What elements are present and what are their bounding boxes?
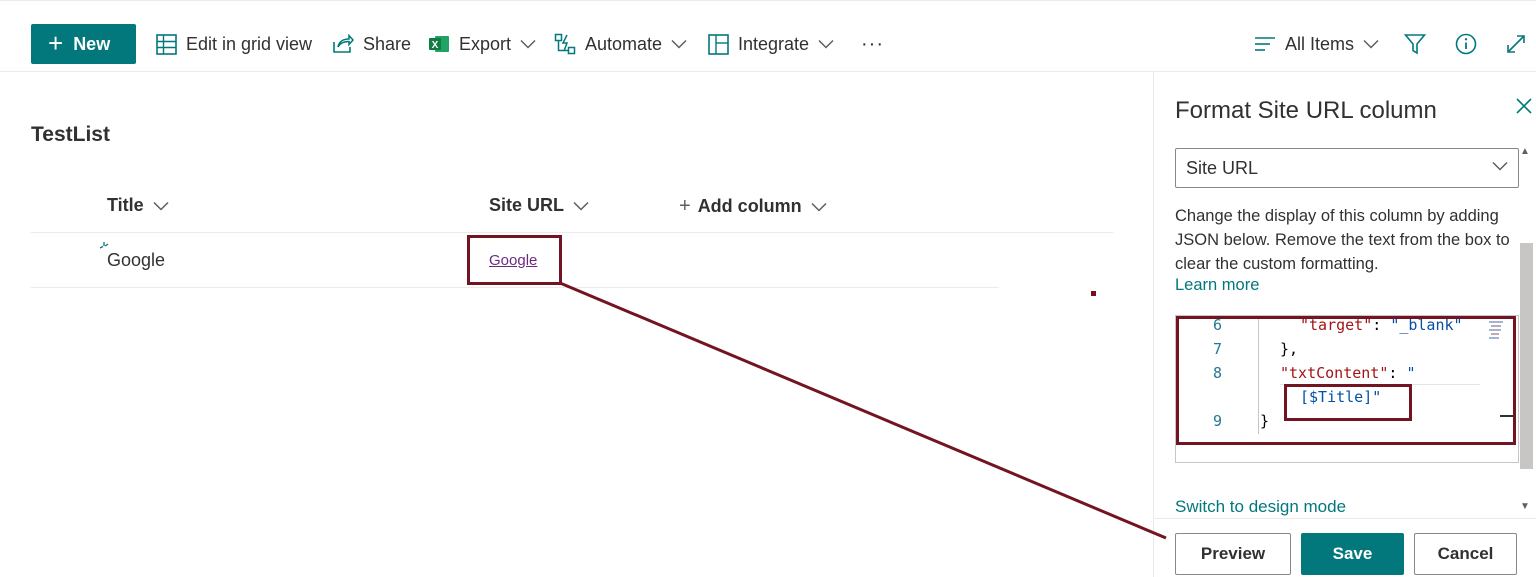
command-bar: + New Edit in grid view Share X Export A… [0,0,1536,72]
grid-icon [156,33,177,55]
switch-design-mode-link[interactable]: Switch to design mode [1175,497,1346,517]
annotation-box-code [1176,316,1516,445]
column-select-dropdown[interactable]: Site URL [1175,148,1519,188]
column-header-site-url[interactable]: Site URL [489,195,589,216]
chevron-down-icon [153,201,169,211]
column-header-site-url-label: Site URL [489,195,565,215]
automate-button[interactable]: Automate [554,29,687,59]
edit-grid-view-label: Edit in grid view [186,33,313,54]
chevron-down-icon [1363,39,1379,49]
chevron-down-icon [671,39,687,49]
integrate-label: Integrate [738,33,810,54]
annotation-dot [1091,291,1096,296]
svg-text:X: X [432,40,439,51]
learn-more-link[interactable]: Learn more [1175,276,1259,295]
edit-grid-view-button[interactable]: Edit in grid view [156,29,312,59]
add-column-button[interactable]: + Add column [679,195,827,218]
chevron-down-icon [818,39,834,49]
integrate-button[interactable]: Integrate [708,29,834,59]
new-button[interactable]: + New [31,24,136,64]
column-header-title-label: Title [107,195,144,215]
info-icon [1455,33,1477,55]
list-title: TestList [31,123,110,146]
integrate-icon [708,33,729,55]
view-label: All Items [1285,33,1355,54]
excel-icon: X [429,36,449,52]
plus-icon: + [48,27,64,58]
info-button[interactable] [1455,29,1477,59]
header-divider [31,232,1113,233]
export-label: Export [459,33,512,54]
scroll-up-icon[interactable]: ▲ [1520,146,1530,157]
chevron-down-icon [573,201,589,211]
new-button-label: New [73,33,111,54]
share-label: Share [363,33,412,54]
filter-button[interactable] [1404,29,1426,59]
panel-title: Format Site URL column [1175,97,1437,124]
footer-divider [1154,518,1536,519]
automate-icon [554,33,576,55]
editor-resize-marker [1500,415,1516,417]
share-icon [333,34,354,53]
row-divider [31,287,999,288]
automate-label: Automate [585,33,663,54]
annotation-box-link [467,235,562,285]
share-button[interactable]: Share [332,29,411,59]
dropdown-value: Site URL [1186,157,1259,178]
chevron-down-icon [811,202,827,212]
column-header-title[interactable]: Title [107,195,169,216]
cancel-button[interactable]: Cancel [1414,533,1517,575]
more-label: ··· [861,32,884,55]
more-options-button[interactable]: ··· [861,29,884,59]
save-button[interactable]: Save [1301,533,1404,575]
plus-icon: + [679,195,691,217]
view-lines-icon [1255,37,1275,51]
chevron-down-icon [520,39,536,49]
annotation-box-title-token [1284,384,1412,421]
close-icon[interactable] [1516,98,1532,114]
export-button[interactable]: X Export [428,29,536,59]
row-title-cell[interactable]: Google [107,250,165,271]
scroll-down-icon[interactable]: ▼ [1520,501,1530,512]
expand-icon [1507,35,1525,53]
add-column-label: Add column [697,196,802,216]
view-selector[interactable]: All Items [1254,29,1379,59]
panel-scrollbar-thumb[interactable] [1520,243,1533,469]
preview-button[interactable]: Preview [1175,533,1291,575]
panel-description: Change the display of this column by add… [1175,207,1510,273]
chevron-down-icon [1492,161,1508,171]
filter-icon [1404,34,1426,55]
expand-button[interactable] [1505,29,1527,59]
